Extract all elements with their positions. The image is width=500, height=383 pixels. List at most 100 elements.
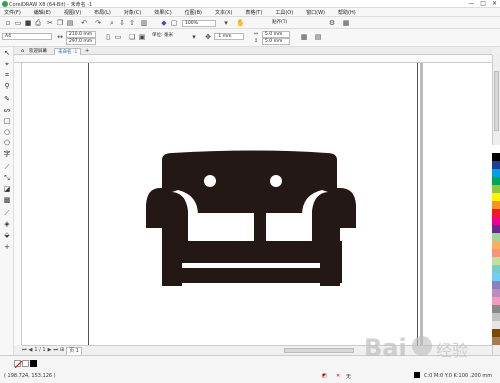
- artistic-media-icon[interactable]: ᔕ: [3, 106, 11, 114]
- tab-document[interactable]: 未命名 -1: [54, 48, 82, 55]
- palette-swatch[interactable]: [492, 313, 500, 321]
- smart-fill-icon[interactable]: ⬙: [3, 231, 11, 239]
- nudge-distance-field[interactable]: .1 mm: [214, 33, 244, 40]
- vertical-ruler[interactable]: [14, 63, 22, 345]
- import-icon[interactable]: ⇩: [118, 19, 126, 27]
- minimize-button[interactable]: —: [468, 0, 474, 8]
- cut-icon[interactable]: ✂: [46, 19, 54, 27]
- treat-as-filled-icon[interactable]: ▦: [300, 33, 308, 41]
- polygon-tool-icon[interactable]: ⬠: [3, 139, 11, 147]
- menu-file[interactable]: 文件(F): [4, 9, 21, 16]
- palette-swatch[interactable]: [492, 273, 500, 281]
- menu-object[interactable]: 对象(C): [124, 9, 141, 16]
- zoom-level-select[interactable]: 100%: [182, 20, 216, 27]
- menu-bitmaps[interactable]: 位图(B): [185, 9, 202, 16]
- palette-swatch[interactable]: [492, 241, 500, 249]
- menu-window[interactable]: 窗口(W): [306, 9, 325, 16]
- add-tool-icon[interactable]: +: [3, 243, 11, 251]
- rectangle-tool-icon[interactable]: □: [3, 117, 11, 125]
- undo-icon[interactable]: ↶: [80, 19, 88, 27]
- menu-tools[interactable]: 工具(O): [275, 9, 293, 16]
- palette-swatch[interactable]: [492, 185, 500, 193]
- search-content-icon[interactable]: ⌕: [108, 19, 116, 27]
- palette-swatch[interactable]: [492, 217, 500, 225]
- palette-swatch[interactable]: [492, 209, 500, 217]
- paper-size-select[interactable]: A4: [2, 33, 52, 40]
- menu-text[interactable]: 文本(X): [215, 9, 232, 16]
- palette-swatch[interactable]: [492, 225, 500, 233]
- document-options-icon[interactable]: ▤: [314, 33, 322, 41]
- menu-effects[interactable]: 效果(C): [154, 9, 171, 16]
- palette-swatch[interactable]: [492, 145, 500, 153]
- maximize-button[interactable]: □: [480, 0, 486, 8]
- hand-icon[interactable]: ✋: [236, 19, 245, 27]
- white-swatch[interactable]: [22, 360, 29, 367]
- full-screen-icon[interactable]: ▢: [170, 19, 178, 27]
- print-icon[interactable]: ⎙: [34, 19, 42, 27]
- all-pages-icon[interactable]: ❏: [128, 33, 136, 41]
- duplicate-x-field[interactable]: 5.0 mm: [262, 31, 290, 38]
- options-gear-icon[interactable]: ⚙: [328, 19, 336, 27]
- duplicate-y-field[interactable]: 5.0 mm: [262, 38, 290, 45]
- transparency-tool-icon[interactable]: ▩: [3, 196, 11, 204]
- corel-connect-icon[interactable]: ◆: [160, 19, 168, 27]
- no-color-swatch[interactable]: [14, 360, 22, 368]
- export-icon[interactable]: ⇧: [128, 19, 136, 27]
- palette-swatch[interactable]: [492, 193, 500, 201]
- palette-swatch[interactable]: [492, 257, 500, 265]
- menu-edit[interactable]: 编辑(E): [34, 9, 51, 16]
- new-tab-icon[interactable]: +: [82, 48, 92, 55]
- launch-icon[interactable]: ▦: [342, 19, 350, 27]
- horizontal-scroll-thumb[interactable]: [284, 348, 354, 353]
- freehand-tool-icon[interactable]: ✎: [3, 95, 11, 103]
- menu-help[interactable]: 帮助(H): [338, 9, 356, 16]
- black-swatch[interactable]: [30, 360, 37, 367]
- palette-swatch[interactable]: [492, 233, 500, 241]
- palette-swatch[interactable]: [492, 265, 500, 273]
- snap-to-dropdown[interactable]: 贴齐(T): [270, 20, 298, 27]
- connector-tool-icon[interactable]: ⤡: [3, 174, 11, 182]
- portrait-icon[interactable]: ▯: [104, 33, 112, 41]
- vertical-scroll-thumb[interactable]: [494, 71, 499, 131]
- interactive-fill-icon[interactable]: ◈: [3, 220, 11, 228]
- palette-swatch[interactable]: [492, 297, 500, 305]
- units-dropdown-icon[interactable]: ▾: [190, 33, 198, 41]
- save-icon[interactable]: ■: [24, 19, 32, 27]
- redo-icon[interactable]: ↷: [94, 19, 102, 27]
- menu-table[interactable]: 表格(T): [245, 9, 262, 16]
- copy-icon[interactable]: ❐: [56, 19, 64, 27]
- tab-welcome-screen[interactable]: 欢迎屏幕: [26, 48, 50, 55]
- palette-swatch[interactable]: [492, 249, 500, 257]
- eyedropper-icon[interactable]: ⟋: [3, 209, 11, 217]
- palette-swatch[interactable]: [492, 305, 500, 313]
- palette-swatch[interactable]: [492, 161, 500, 169]
- current-page-icon[interactable]: ▣: [138, 33, 146, 41]
- text-tool-icon[interactable]: 字: [3, 150, 11, 158]
- pdf-icon[interactable]: ▥: [140, 19, 148, 27]
- ellipse-tool-icon[interactable]: ○: [3, 128, 11, 136]
- sofa-artwork[interactable]: [22, 63, 492, 345]
- palette-swatch[interactable]: [492, 177, 500, 185]
- palette-swatch[interactable]: [492, 337, 500, 345]
- palette-swatch[interactable]: [492, 281, 500, 289]
- pick-tool-icon[interactable]: ↖: [3, 49, 11, 57]
- page-width-field[interactable]: 210.0 mm: [66, 31, 96, 38]
- menu-layout[interactable]: 布局(L): [94, 9, 111, 16]
- page-height-field[interactable]: 297.0 mm: [66, 38, 96, 45]
- horizontal-ruler[interactable]: [14, 55, 492, 63]
- units-select[interactable]: 单位: 毫米: [150, 33, 188, 40]
- zoom-in-icon[interactable]: ▾: [222, 19, 230, 27]
- crop-tool-icon[interactable]: ⌗: [3, 71, 11, 79]
- paste-icon[interactable]: ▤: [66, 19, 74, 27]
- shape-tool-icon[interactable]: ⌖: [3, 60, 11, 68]
- palette-swatch[interactable]: [492, 201, 500, 209]
- zoom-tool-icon[interactable]: ⚲: [3, 82, 11, 90]
- palette-swatch[interactable]: [492, 169, 500, 177]
- open-folder-icon[interactable]: ▭: [14, 19, 22, 27]
- drop-shadow-icon[interactable]: ◪: [3, 185, 11, 193]
- palette-swatch[interactable]: [492, 289, 500, 297]
- palette-swatch[interactable]: [492, 321, 500, 329]
- menu-view[interactable]: 视图(V): [64, 9, 81, 16]
- palette-swatch[interactable]: [492, 153, 500, 161]
- landscape-icon[interactable]: ▭: [114, 33, 122, 41]
